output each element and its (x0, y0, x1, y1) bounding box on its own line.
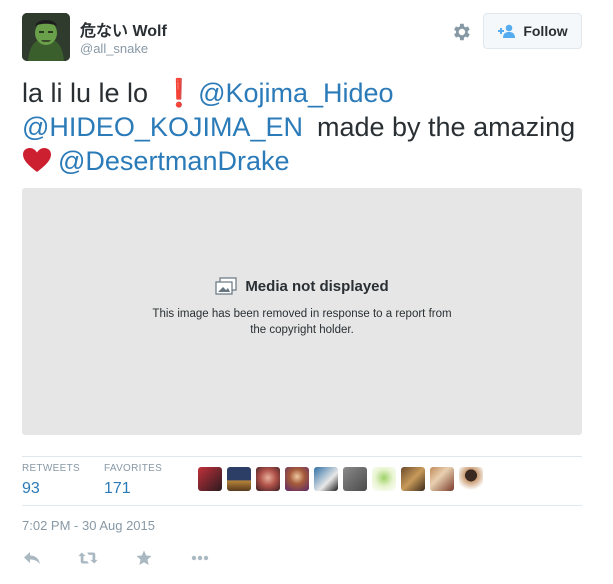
retweets-count: 93 (22, 480, 40, 497)
image-placeholder-icon (215, 277, 237, 299)
tweet-timestamp[interactable]: 7:02 PM - 30 Aug 2015 (22, 518, 155, 533)
favoriter-avatar[interactable] (198, 467, 222, 491)
follow-label: Follow (523, 23, 568, 39)
user-display-name[interactable]: 危ない Wolf (80, 17, 167, 41)
exclamation-emoji-icon: ❗ (162, 78, 196, 108)
favoriter-avatar[interactable] (227, 467, 251, 491)
favorites-label: FAVORITES (104, 463, 163, 474)
heart-emoji-icon (22, 147, 52, 181)
retweets-label: RETWEETS (22, 463, 80, 474)
user-avatar[interactable] (22, 13, 70, 61)
tweet-text-part1: la li lu le lo (22, 78, 149, 108)
add-user-icon (498, 24, 516, 38)
media-description: This image has been removed in response … (152, 308, 452, 336)
mention-kojima-hideo[interactable]: @Kojima_Hideo (198, 78, 394, 108)
tweet-text-part2: made by the amazing (316, 112, 576, 142)
favoriter-avatar[interactable] (430, 467, 454, 491)
mention-hideo-kojima-en[interactable]: @HIDEO_KOJIMA_EN (22, 112, 303, 142)
reply-icon[interactable] (22, 548, 42, 568)
gear-icon[interactable] (450, 21, 472, 43)
favoriter-avatar[interactable] (314, 467, 338, 491)
more-icon[interactable] (190, 548, 210, 568)
tweet-actions (22, 548, 246, 568)
favoriter-avatar[interactable] (285, 467, 309, 491)
favoriter-avatar[interactable] (372, 467, 396, 491)
media-placeholder[interactable]: Media not displayed This image has been … (22, 188, 582, 435)
favorites-count: 171 (104, 480, 131, 497)
favorites-stat[interactable]: FAVORITES 171 (104, 463, 162, 498)
divider (22, 505, 582, 506)
favoriter-avatar[interactable] (401, 467, 425, 491)
favoriter-avatar[interactable] (256, 467, 280, 491)
retweets-stat[interactable]: RETWEETS 93 (22, 463, 80, 498)
favoriter-avatars (198, 467, 483, 491)
favoriter-avatar[interactable] (343, 467, 367, 491)
follow-button[interactable]: Follow (483, 13, 582, 49)
media-title: Media not displayed (22, 277, 582, 299)
favorite-icon[interactable] (134, 548, 154, 568)
user-handle[interactable]: @all_snake (80, 41, 148, 56)
favoriter-avatar[interactable] (459, 467, 483, 491)
retweet-icon[interactable] (78, 548, 98, 568)
tweet-text: la li lu le lo ❗@Kojima_Hideo @HIDEO_KOJI… (22, 76, 597, 181)
mention-desertmandrake[interactable]: @DesertmanDrake (58, 146, 289, 176)
divider (22, 456, 582, 457)
